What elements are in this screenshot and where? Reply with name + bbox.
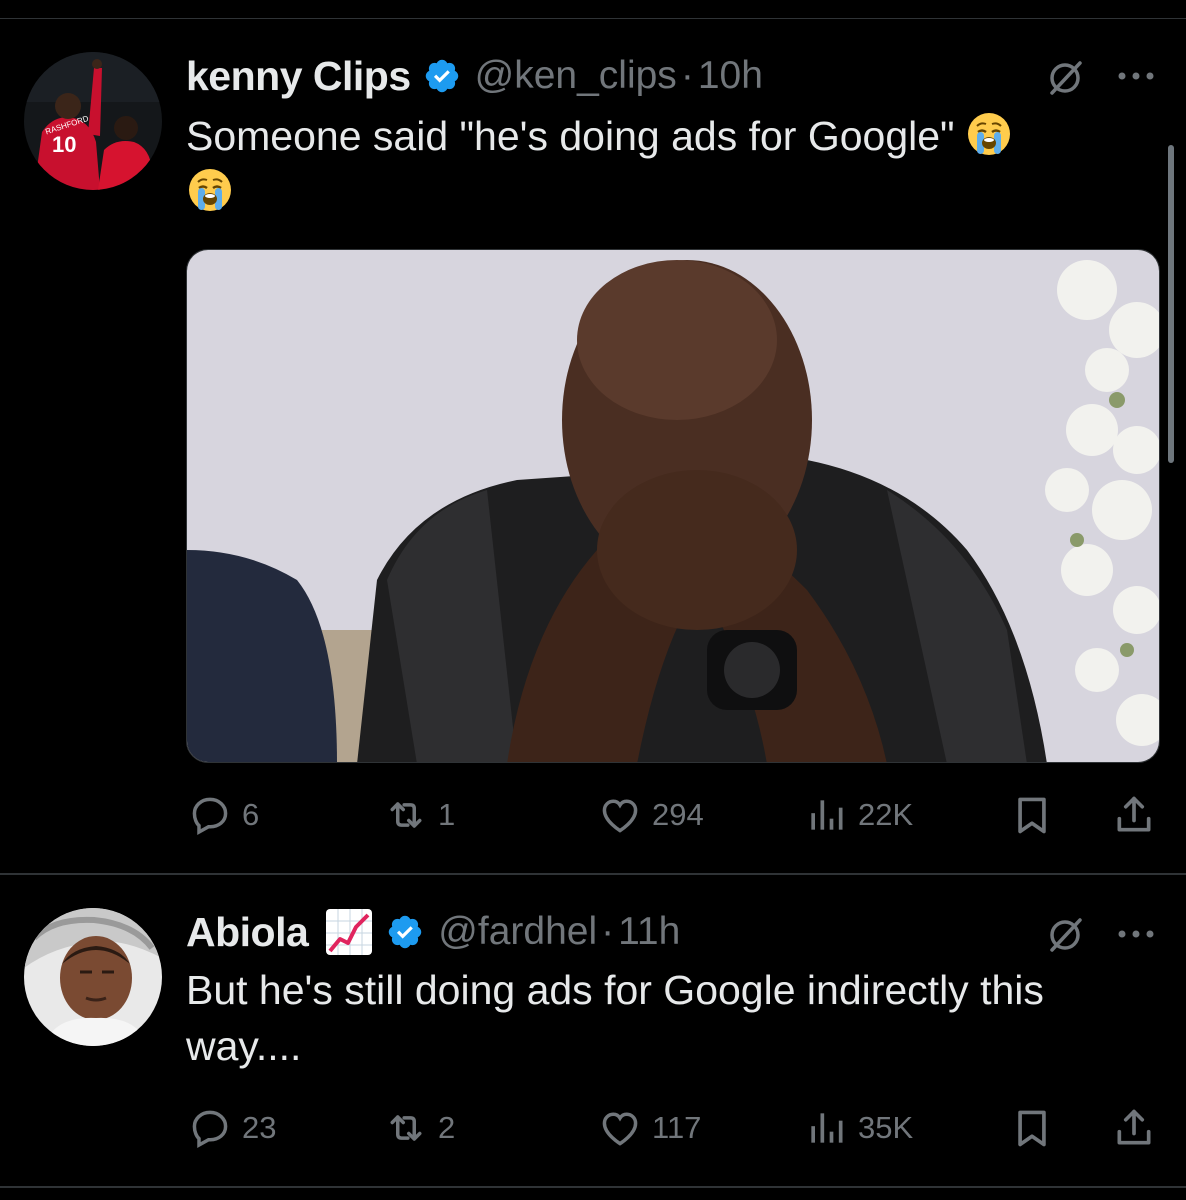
- more-icon[interactable]: [1116, 928, 1156, 940]
- heart-icon: [598, 1106, 642, 1150]
- views-icon: [804, 1106, 848, 1150]
- bottom-divider: [0, 1186, 1186, 1188]
- chart-increasing-emoji: [324, 907, 374, 957]
- reply-count: 6: [242, 797, 260, 832]
- user-handle[interactable]: @ken_clips: [475, 54, 677, 98]
- tweet-actions: 23 2 117 35K: [0, 1098, 1186, 1158]
- reply-button[interactable]: 23: [188, 1098, 276, 1158]
- separator-dot: ·: [601, 910, 615, 953]
- views-count: 35K: [858, 1110, 914, 1145]
- share-button[interactable]: [1112, 785, 1156, 845]
- like-count: 117: [652, 1110, 702, 1145]
- grok-icon[interactable]: [1044, 912, 1088, 956]
- tweet-text: Someone said "he's doing ads for Google": [186, 108, 1146, 220]
- views-icon: [804, 793, 848, 837]
- tweet-card[interactable]: Abiola @fardhel · 11h But he's still doi…: [0, 876, 1186, 1186]
- more-icon[interactable]: [1116, 70, 1156, 82]
- timestamp[interactable]: 11h: [618, 910, 680, 954]
- tweet-media-image[interactable]: [186, 249, 1160, 763]
- timestamp[interactable]: 10h: [698, 54, 763, 98]
- user-handle[interactable]: @fardhel: [438, 910, 597, 954]
- heart-icon: [598, 793, 642, 837]
- verified-badge-icon: [423, 57, 461, 95]
- grok-icon[interactable]: [1044, 55, 1088, 99]
- like-count: 294: [652, 797, 704, 832]
- retweet-icon: [384, 1106, 428, 1150]
- tweet-divider: [0, 873, 1186, 875]
- loudly-crying-face-emoji: [186, 166, 234, 214]
- loudly-crying-face-emoji: [965, 110, 1013, 158]
- tweet-card[interactable]: 10 RASHFORD kenny Clips @ken_clips · 10h…: [0, 0, 1186, 872]
- svg-text:10: 10: [52, 132, 76, 157]
- reply-count: 23: [242, 1110, 277, 1145]
- retweet-count: 2: [438, 1110, 456, 1145]
- views-count: 22K: [858, 797, 914, 832]
- tweet-text-content: Someone said "he's doing ads for Google": [186, 113, 955, 159]
- display-name[interactable]: Abiola: [186, 909, 309, 956]
- like-button[interactable]: 117: [598, 1098, 701, 1158]
- bookmark-icon: [1010, 793, 1054, 837]
- tweet-actions: 6 1 294 22K: [0, 785, 1186, 845]
- share-icon: [1112, 1106, 1156, 1150]
- verified-badge-icon: [386, 913, 424, 951]
- share-icon: [1112, 793, 1156, 837]
- separator-dot: ·: [680, 54, 694, 97]
- avatar[interactable]: [24, 908, 162, 1046]
- display-name[interactable]: kenny Clips: [186, 53, 411, 100]
- share-button[interactable]: [1112, 1098, 1156, 1158]
- retweet-count: 1: [438, 797, 456, 832]
- retweet-button[interactable]: 1: [384, 785, 455, 845]
- avatar[interactable]: 10 RASHFORD: [24, 52, 162, 190]
- reply-icon: [188, 1106, 232, 1150]
- tweet-header: Abiola @fardhel · 11h: [186, 906, 680, 958]
- reply-button[interactable]: 6: [188, 785, 259, 845]
- retweet-icon: [384, 793, 428, 837]
- like-button[interactable]: 294: [598, 785, 704, 845]
- scrollbar[interactable]: [1168, 145, 1174, 463]
- bookmark-button[interactable]: [1010, 785, 1054, 845]
- tweet-text: But he's still doing ads for Google indi…: [186, 967, 1044, 1069]
- views-button[interactable]: 35K: [804, 1098, 913, 1158]
- bookmark-button[interactable]: [1010, 1098, 1054, 1158]
- views-button[interactable]: 22K: [804, 785, 913, 845]
- tweet-header: kenny Clips @ken_clips · 10h: [186, 50, 763, 102]
- retweet-button[interactable]: 2: [384, 1098, 455, 1158]
- reply-icon: [188, 793, 232, 837]
- bookmark-icon: [1010, 1106, 1054, 1150]
